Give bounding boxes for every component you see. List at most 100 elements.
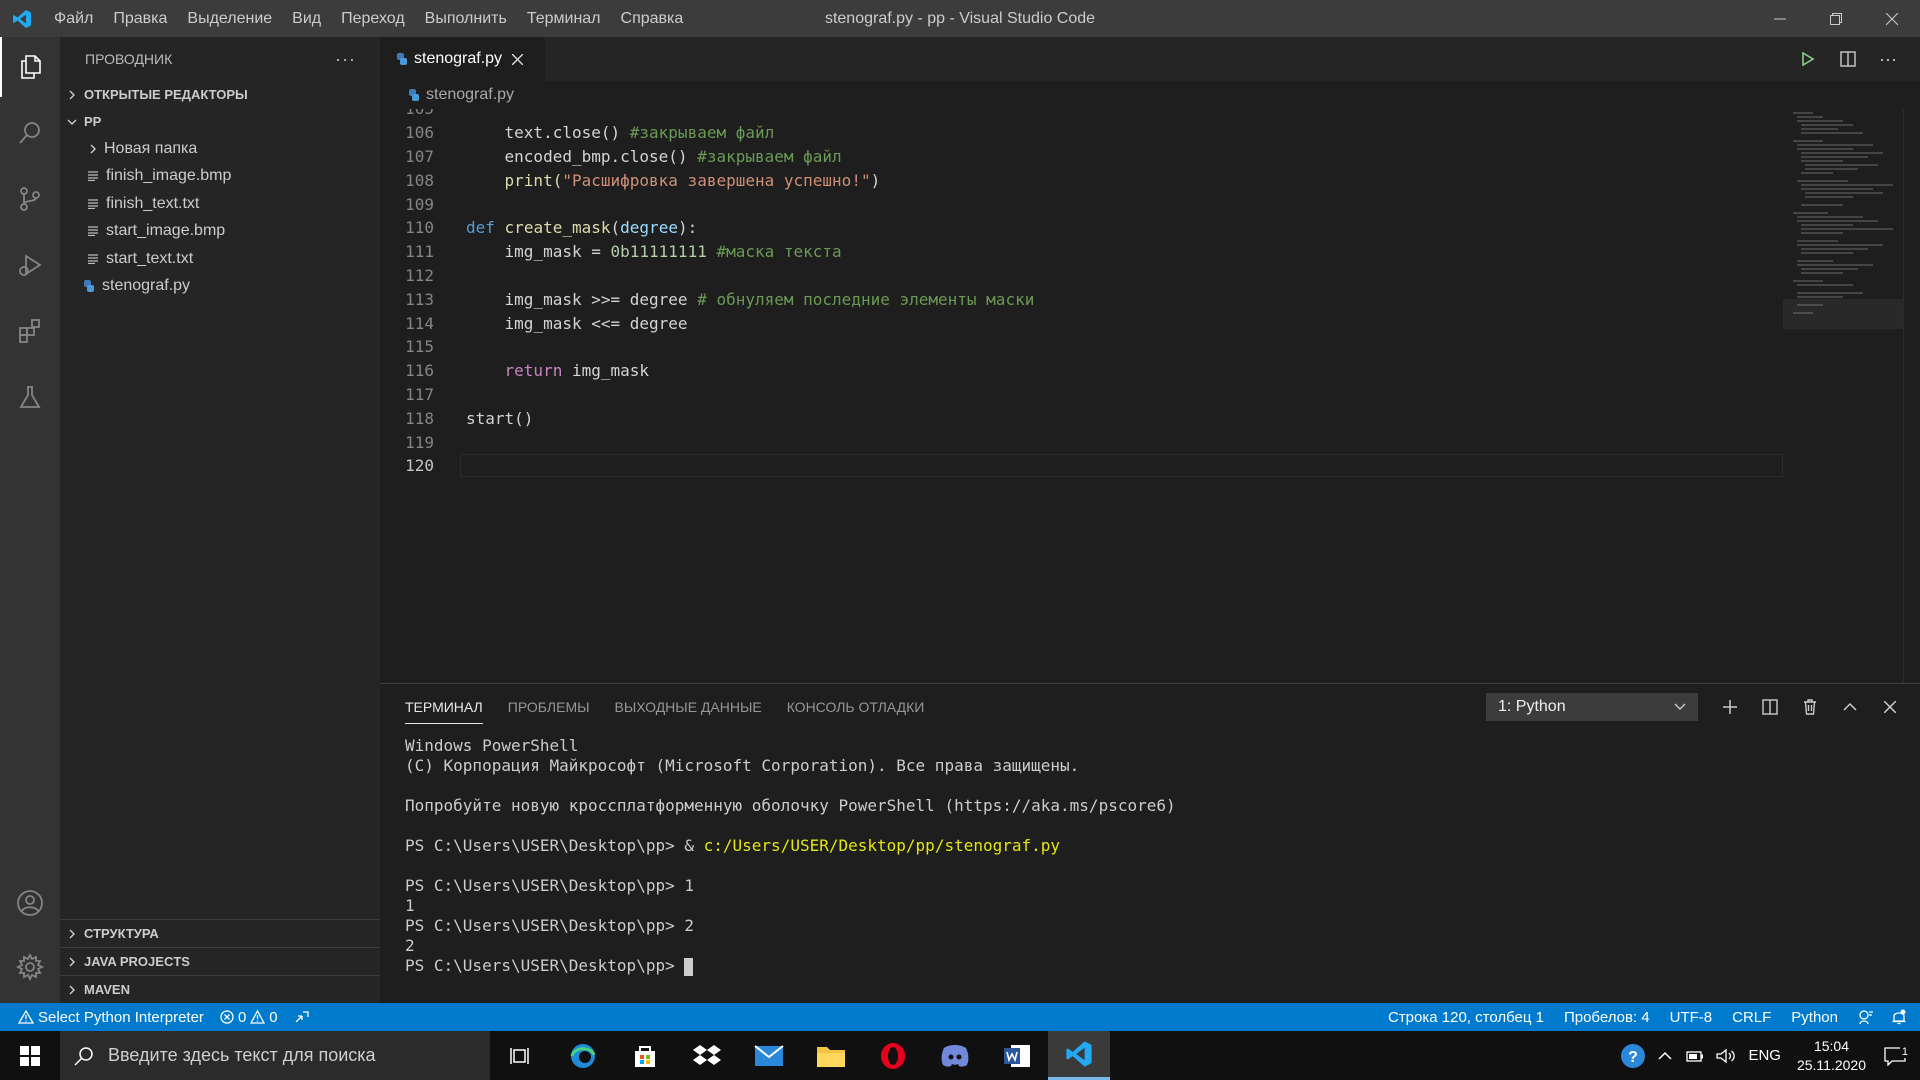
breadcrumb: stenograf.py — [380, 81, 1920, 109]
tab-problems[interactable]: ПРОБЛЕМЫ — [508, 691, 590, 723]
file-explorer-icon[interactable] — [800, 1031, 862, 1080]
editor-scrollbar[interactable] — [1903, 109, 1920, 683]
menu-file[interactable]: Файл — [44, 0, 103, 37]
encoding[interactable]: UTF-8 — [1660, 1009, 1723, 1026]
more-actions-icon[interactable]: ··· — [335, 49, 356, 70]
java-projects-section[interactable]: JAVA PROJECTS — [60, 947, 380, 975]
notification-center-icon[interactable]: 1 — [1876, 1045, 1920, 1066]
close-window-button[interactable] — [1864, 0, 1920, 37]
code-editor[interactable]: 105 106 text.close() #закрываем файл 107… — [380, 109, 1783, 683]
windows-start-icon[interactable] — [0, 1031, 60, 1080]
chevron-up-icon[interactable] — [1652, 1051, 1678, 1061]
account-icon[interactable] — [0, 873, 60, 933]
java-projects-label: JAVA PROJECTS — [84, 954, 190, 969]
search-icon[interactable] — [0, 103, 60, 163]
notifications-bell-icon[interactable] — [1884, 1009, 1920, 1025]
tab-stenograf[interactable]: stenograf.py — [380, 37, 545, 81]
language-mode[interactable]: Python — [1781, 1009, 1848, 1026]
new-terminal-plus-icon[interactable] — [1710, 699, 1750, 715]
clock[interactable]: 15:04 25.11.2020 — [1787, 1037, 1876, 1075]
tree-file[interactable]: stenograf.py — [60, 273, 380, 301]
vscode-logo-icon — [0, 0, 44, 37]
code-number: 0b11111111 — [610, 242, 707, 262]
mail-icon[interactable] — [738, 1031, 800, 1080]
tree-file[interactable]: finish_image.bmp — [60, 163, 380, 191]
trash-icon[interactable] — [1790, 699, 1830, 715]
feedback-icon[interactable] — [1848, 1009, 1884, 1025]
menu-edit[interactable]: Правка — [103, 0, 177, 37]
close-panel-icon[interactable] — [1870, 701, 1910, 713]
explorer-icon[interactable] — [0, 37, 60, 97]
cursor-position[interactable]: Строка 120, столбец 1 — [1378, 1009, 1554, 1026]
code-line: 107 encoded_bmp.close() #закрываем файл — [380, 145, 1783, 169]
restore-button[interactable] — [1808, 0, 1864, 37]
problems-status[interactable]: 0 0 — [212, 1009, 286, 1026]
code-comment: #маска текста — [706, 242, 842, 262]
tree-item-label: finish_text.txt — [106, 194, 200, 212]
code-string: "Расшифровка завершена успешно!" — [562, 170, 871, 190]
tab-terminal[interactable]: ТЕРМИНАЛ — [405, 691, 483, 724]
select-interpreter[interactable]: Select Python Interpreter — [0, 1009, 212, 1026]
clock-time: 15:04 — [1813, 1037, 1849, 1054]
opera-browser-icon[interactable] — [862, 1031, 924, 1080]
menu-view[interactable]: Вид — [282, 0, 331, 37]
chevron-right-icon — [60, 929, 84, 939]
indentation[interactable]: Пробелов: 4 — [1554, 1009, 1660, 1026]
editor-actions: ··· — [1788, 37, 1908, 81]
run-file-icon[interactable] — [1788, 52, 1828, 66]
terminal-select[interactable]: 1: Python — [1486, 693, 1698, 721]
maven-section[interactable]: MAVEN — [60, 975, 380, 1003]
help-icon[interactable]: ? — [1614, 1043, 1652, 1069]
dropbox-icon[interactable] — [676, 1031, 738, 1080]
line-number: 110 — [405, 218, 434, 238]
outline-section[interactable]: СТРУКТУРА — [60, 919, 380, 947]
system-tray: ? ENG 15:04 25.11.2020 1 — [1614, 1031, 1920, 1080]
search-placeholder: Введите здесь текст для поиска — [108, 1045, 376, 1065]
terminal-output[interactable]: Windows PowerShell (C) Корпорация Майкро… — [405, 736, 1176, 976]
maximize-panel-chevron-up-icon[interactable] — [1830, 702, 1870, 712]
live-share-icon[interactable] — [286, 1010, 318, 1024]
source-control-icon[interactable] — [0, 169, 60, 229]
taskbar-search[interactable]: Введите здесь текст для поиска — [60, 1031, 490, 1080]
extensions-icon[interactable] — [0, 301, 60, 361]
line-ending[interactable]: CRLF — [1722, 1009, 1781, 1026]
task-view-icon[interactable] — [490, 1031, 552, 1080]
menu-go[interactable]: Переход — [331, 0, 415, 37]
settings-gear-icon[interactable] — [0, 937, 60, 997]
testing-flask-icon[interactable] — [0, 367, 60, 427]
clock-date: 25.11.2020 — [1796, 1056, 1866, 1073]
menu-selection[interactable]: Выделение — [177, 0, 282, 37]
project-section[interactable]: PP — [60, 108, 380, 135]
tab-debug-console[interactable]: КОНСОЛЬ ОТЛАДКИ — [787, 691, 925, 723]
tree-folder[interactable]: Новая папка — [60, 135, 380, 163]
more-actions-icon[interactable]: ··· — [1868, 49, 1908, 70]
split-terminal-icon[interactable] — [1750, 699, 1790, 715]
menu-run[interactable]: Выполнить — [415, 0, 517, 37]
run-debug-icon[interactable] — [0, 235, 60, 295]
breadcrumb-file[interactable]: stenograf.py — [426, 86, 514, 104]
input-language[interactable]: ENG — [1742, 1047, 1787, 1064]
tree-file[interactable]: start_text.txt — [60, 245, 380, 273]
tree-file[interactable]: finish_text.txt — [60, 190, 380, 218]
edge-browser-icon[interactable] — [552, 1031, 614, 1080]
word-icon[interactable] — [986, 1031, 1048, 1080]
battery-icon[interactable] — [1678, 1049, 1710, 1063]
vscode-taskbar-icon[interactable] — [1048, 1031, 1110, 1080]
menu-help[interactable]: Справка — [611, 0, 694, 37]
chevron-right-icon — [60, 90, 84, 100]
minimize-button[interactable] — [1752, 0, 1808, 37]
line-number: 109 — [405, 194, 434, 214]
microsoft-store-icon[interactable] — [614, 1031, 676, 1080]
tree-file[interactable]: start_image.bmp — [60, 218, 380, 246]
minimap[interactable] — [1783, 109, 1903, 683]
explorer-title: ПРОВОДНИК — [85, 51, 173, 67]
menu-terminal[interactable]: Терминал — [517, 0, 611, 37]
line-number: 119 — [405, 432, 434, 452]
sidebar-bottom-sections: СТРУКТУРА JAVA PROJECTS MAVEN — [60, 919, 380, 1003]
split-editor-icon[interactable] — [1828, 51, 1868, 67]
close-tab-icon[interactable] — [512, 53, 524, 65]
open-editors-section[interactable]: ОТКРЫТЫЕ РЕДАКТОРЫ — [60, 81, 380, 108]
tab-output[interactable]: ВЫХОДНЫЕ ДАННЫЕ — [615, 691, 762, 723]
volume-icon[interactable] — [1710, 1048, 1742, 1064]
discord-icon[interactable] — [924, 1031, 986, 1080]
